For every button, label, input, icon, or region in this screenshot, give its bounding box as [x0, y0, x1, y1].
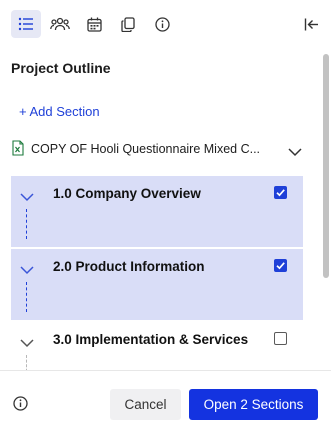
section-list: 1.0 Company Overview 2.0 Product Informa…: [11, 176, 303, 395]
section-label: 1.0 Company Overview: [53, 186, 201, 201]
open-sections-button[interactable]: Open 2 Sections: [189, 389, 318, 420]
team-icon[interactable]: [45, 10, 75, 38]
chevron-down-icon[interactable]: [20, 335, 34, 353]
section-label: 3.0 Implementation & Services: [53, 332, 249, 347]
panel-title: Project Outline: [11, 60, 111, 76]
cancel-button[interactable]: Cancel: [110, 389, 181, 420]
info-icon[interactable]: [13, 396, 28, 416]
document-row[interactable]: COPY OF Hooli Questionnaire Mixed C...: [0, 138, 322, 162]
info-icon[interactable]: [147, 10, 177, 38]
excel-file-icon: [12, 140, 24, 161]
tree-connector: [26, 209, 27, 239]
footer-bar: Cancel Open 2 Sections: [0, 370, 331, 432]
document-name: COPY OF Hooli Questionnaire Mixed C...: [31, 142, 261, 156]
section-checkbox[interactable]: [274, 186, 287, 199]
section-row[interactable]: 1.0 Company Overview: [11, 176, 303, 247]
scrollbar-thumb[interactable]: [323, 54, 329, 278]
tree-connector: [26, 282, 27, 312]
section-checkbox[interactable]: [274, 259, 287, 272]
add-section-link[interactable]: + Add Section: [19, 104, 100, 119]
chevron-down-icon[interactable]: [20, 262, 34, 280]
chevron-down-icon[interactable]: [20, 189, 34, 207]
section-row[interactable]: 2.0 Product Information: [11, 249, 303, 320]
collapse-panel-icon[interactable]: [296, 10, 326, 38]
chevron-down-icon[interactable]: [288, 144, 302, 162]
panel-toolbar: [0, 0, 331, 48]
section-label: 2.0 Product Information: [53, 259, 205, 274]
copy-icon[interactable]: [113, 10, 143, 38]
outline-list-icon[interactable]: [11, 10, 41, 38]
scrollbar[interactable]: [322, 48, 331, 370]
calendar-icon[interactable]: [79, 10, 109, 38]
section-checkbox[interactable]: [274, 332, 287, 345]
